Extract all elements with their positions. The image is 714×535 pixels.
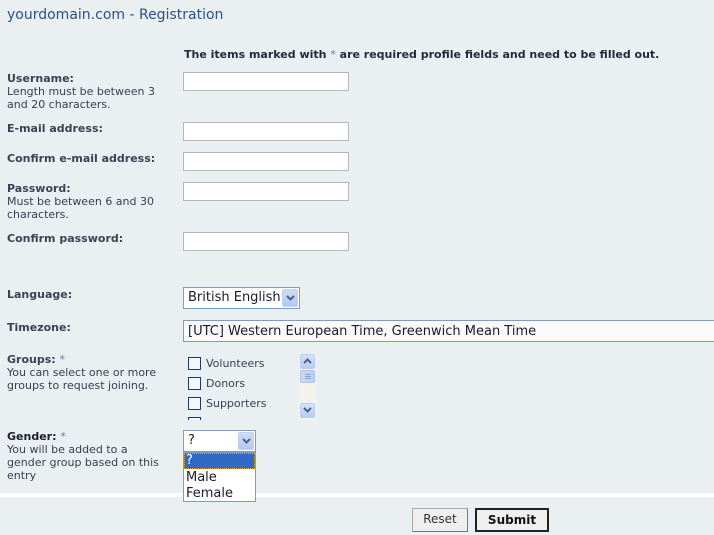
confirm-password-input[interactable] — [183, 232, 349, 251]
gender-option[interactable]: ? — [184, 453, 255, 469]
divider — [7, 269, 714, 270]
divider — [7, 34, 714, 35]
username-hint: Length must be between 3 and 20 characte… — [7, 85, 155, 111]
gender-option[interactable]: Female — [184, 486, 255, 502]
confirm-email-label: Confirm e-mail address: — [7, 152, 156, 165]
confirm-password-label: Confirm password: — [7, 232, 124, 245]
groups-label-text: Groups: — [7, 353, 56, 366]
language-select[interactable]: British English — [183, 287, 300, 309]
group-option-label: Supporters — [206, 397, 267, 410]
chevron-down-icon[interactable] — [238, 432, 254, 450]
checkbox[interactable] — [188, 357, 201, 370]
gender-hint: You will be added to a gender group base… — [7, 443, 159, 482]
password-label: Password: — [7, 182, 71, 195]
checkbox[interactable] — [188, 397, 201, 410]
checkbox — [188, 417, 201, 420]
required-star: * — [59, 353, 66, 366]
username-label: Username: — [7, 72, 74, 85]
group-option-label: Volunteers — [206, 357, 265, 370]
reset-button[interactable]: Reset — [412, 508, 468, 532]
checkbox[interactable] — [188, 377, 201, 390]
notice-text-before: The items marked with — [184, 48, 327, 61]
submit-button[interactable]: Submit — [475, 508, 549, 532]
scroll-down-icon[interactable] — [300, 403, 315, 418]
gender-value: ? — [188, 433, 195, 448]
footer-divider — [0, 493, 714, 497]
groups-hint: You can select one or more groups to req… — [7, 366, 157, 392]
language-label: Language: — [7, 288, 73, 301]
required-star: * — [330, 48, 336, 61]
language-value: British English — [188, 290, 281, 305]
gender-option[interactable]: Male — [184, 470, 255, 486]
groups-scrollbar[interactable] — [299, 354, 316, 420]
required-star: * — [60, 430, 66, 443]
scroll-thumb[interactable] — [300, 370, 315, 383]
gender-dropdown-list: ? Male Female — [183, 452, 256, 502]
email-input[interactable] — [183, 122, 349, 141]
chevron-down-icon[interactable] — [282, 289, 298, 307]
username-input[interactable] — [183, 72, 349, 91]
password-input[interactable] — [183, 182, 349, 201]
scroll-up-icon[interactable] — [300, 354, 315, 369]
timezone-label: Timezone: — [7, 321, 71, 334]
gender-select[interactable]: ? — [183, 430, 256, 452]
groups-label: Groups: * — [7, 353, 65, 366]
gender-label-text: Gender: — [7, 430, 57, 443]
email-label: E-mail address: — [7, 122, 103, 135]
timezone-value: [UTC] Western European Time, Greenwich M… — [188, 324, 537, 339]
required-notice: The items marked with * are required pro… — [184, 48, 659, 61]
gender-label: Gender: * — [7, 430, 66, 443]
timezone-select[interactable]: [UTC] Western European Time, Greenwich M… — [183, 320, 714, 342]
notice-text-after: are required profile fields and need to … — [339, 48, 660, 61]
registration-page: yourdomain.com - Registration The items … — [0, 0, 714, 535]
confirm-email-input[interactable] — [183, 152, 349, 171]
group-option-label: Donors — [206, 377, 246, 390]
password-hint: Must be between 6 and 30 characters. — [7, 195, 154, 221]
page-title: yourdomain.com - Registration — [7, 7, 224, 23]
